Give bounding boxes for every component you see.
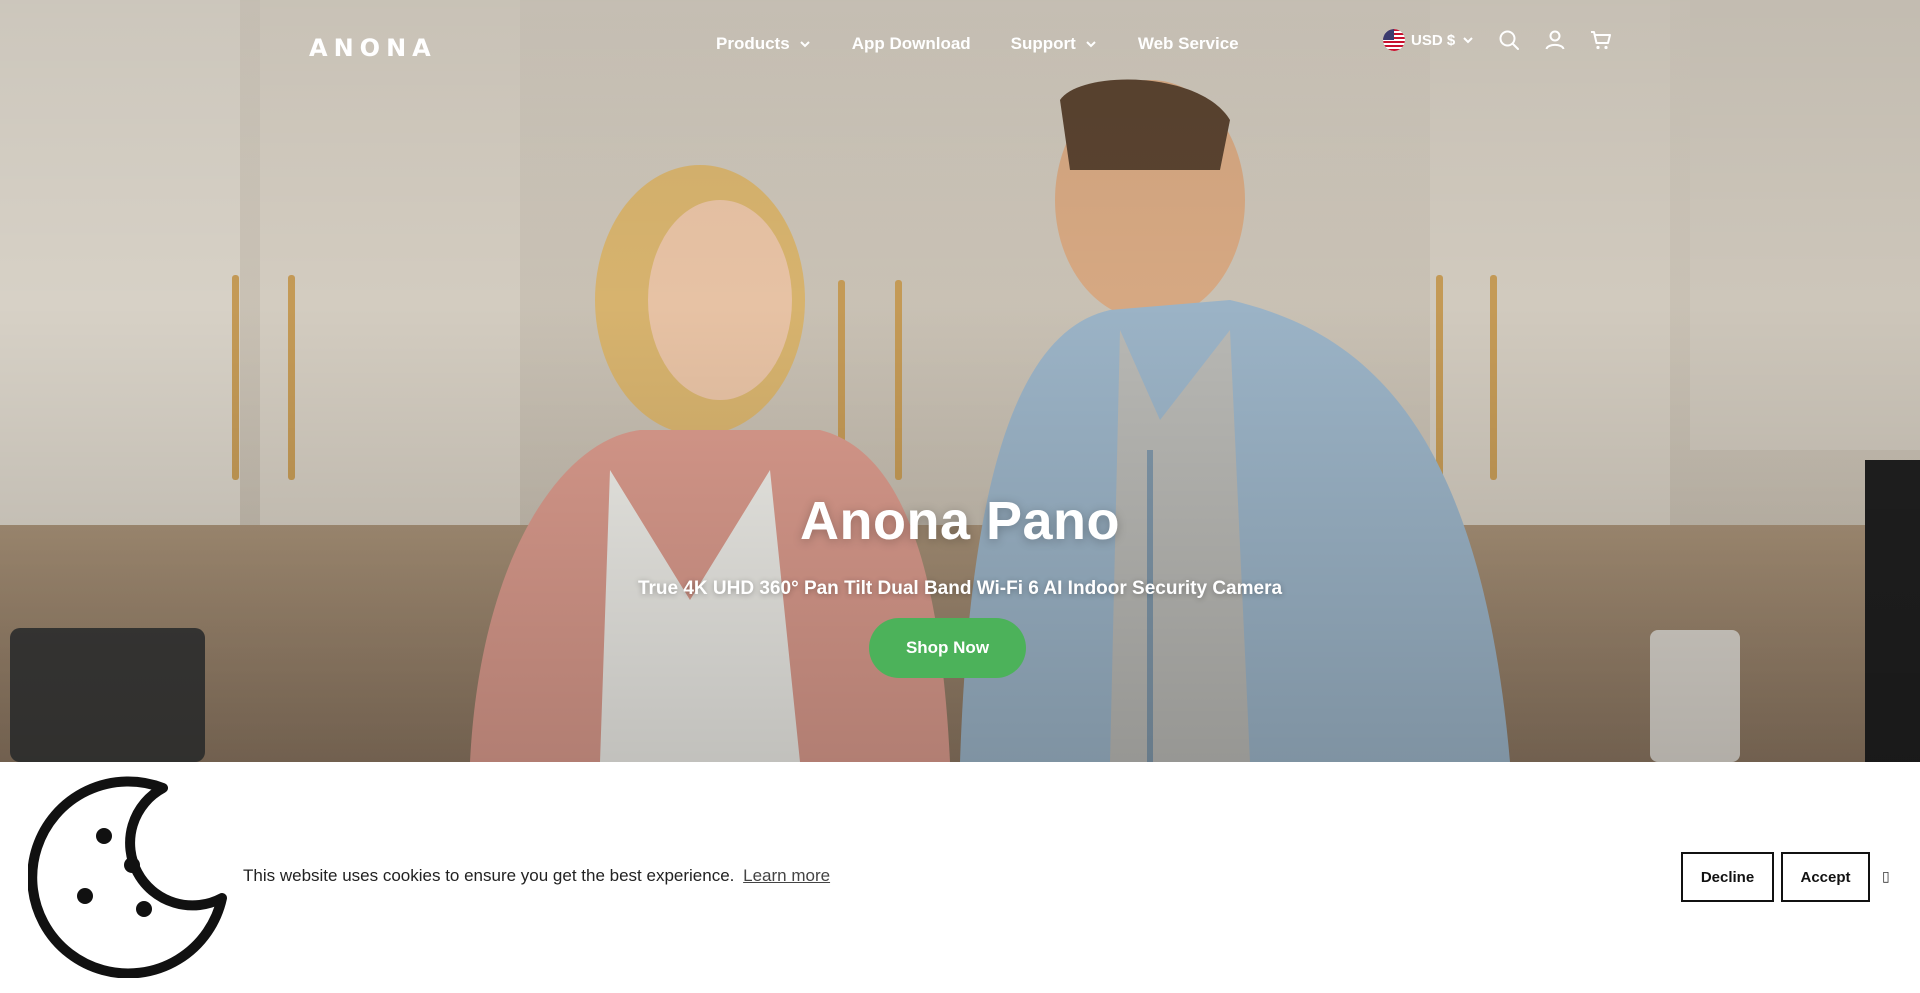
- hero-subtitle: True 4K UHD 360° Pan Tilt Dual Band Wi-F…: [637, 578, 1283, 599]
- site-header: ANONA Products App Download Support Web …: [0, 0, 1920, 92]
- currency-label: USD $: [1411, 31, 1456, 49]
- account-icon[interactable]: [1543, 28, 1567, 52]
- shop-now-button[interactable]: Shop Now: [869, 618, 1026, 678]
- nav-item-label: App Download: [851, 34, 971, 53]
- chevron-down-icon: [1086, 41, 1096, 48]
- nav-item-support[interactable]: Support: [1011, 34, 1098, 54]
- chevron-down-icon: [1463, 37, 1473, 44]
- cookie-message: This website uses cookies to ensure you …: [243, 866, 830, 886]
- cookie-message-text: This website uses cookies to ensure you …: [243, 866, 735, 885]
- main-nav: Products App Download Support Web Servic…: [716, 34, 1239, 54]
- nav-item-app-download[interactable]: App Download: [852, 34, 971, 54]
- close-icon[interactable]: ▯: [1882, 868, 1890, 885]
- currency-selector[interactable]: USD $: [1383, 29, 1475, 51]
- search-icon[interactable]: [1497, 28, 1521, 52]
- us-flag-icon: [1383, 29, 1405, 51]
- nav-item-label: Web Service: [1137, 34, 1239, 53]
- brand-logo[interactable]: ANONA: [309, 34, 437, 62]
- cookie-icon: [28, 776, 227, 978]
- header-actions: USD $: [1383, 28, 1613, 52]
- nav-item-label: Products: [716, 34, 790, 53]
- nav-item-label: Support: [1010, 34, 1076, 53]
- cart-icon[interactable]: [1589, 28, 1613, 52]
- nav-item-web-service[interactable]: Web Service: [1138, 34, 1239, 54]
- decline-button[interactable]: Decline: [1681, 852, 1774, 902]
- nav-item-products[interactable]: Products: [716, 34, 812, 54]
- learn-more-link[interactable]: Learn more: [743, 866, 830, 885]
- hero-content: Anona Pano True 4K UHD 360° Pan Tilt Dua…: [0, 490, 1920, 600]
- hero-title: Anona Pano: [799, 491, 1120, 551]
- accept-button[interactable]: Accept: [1781, 852, 1870, 902]
- chevron-down-icon: [799, 41, 810, 48]
